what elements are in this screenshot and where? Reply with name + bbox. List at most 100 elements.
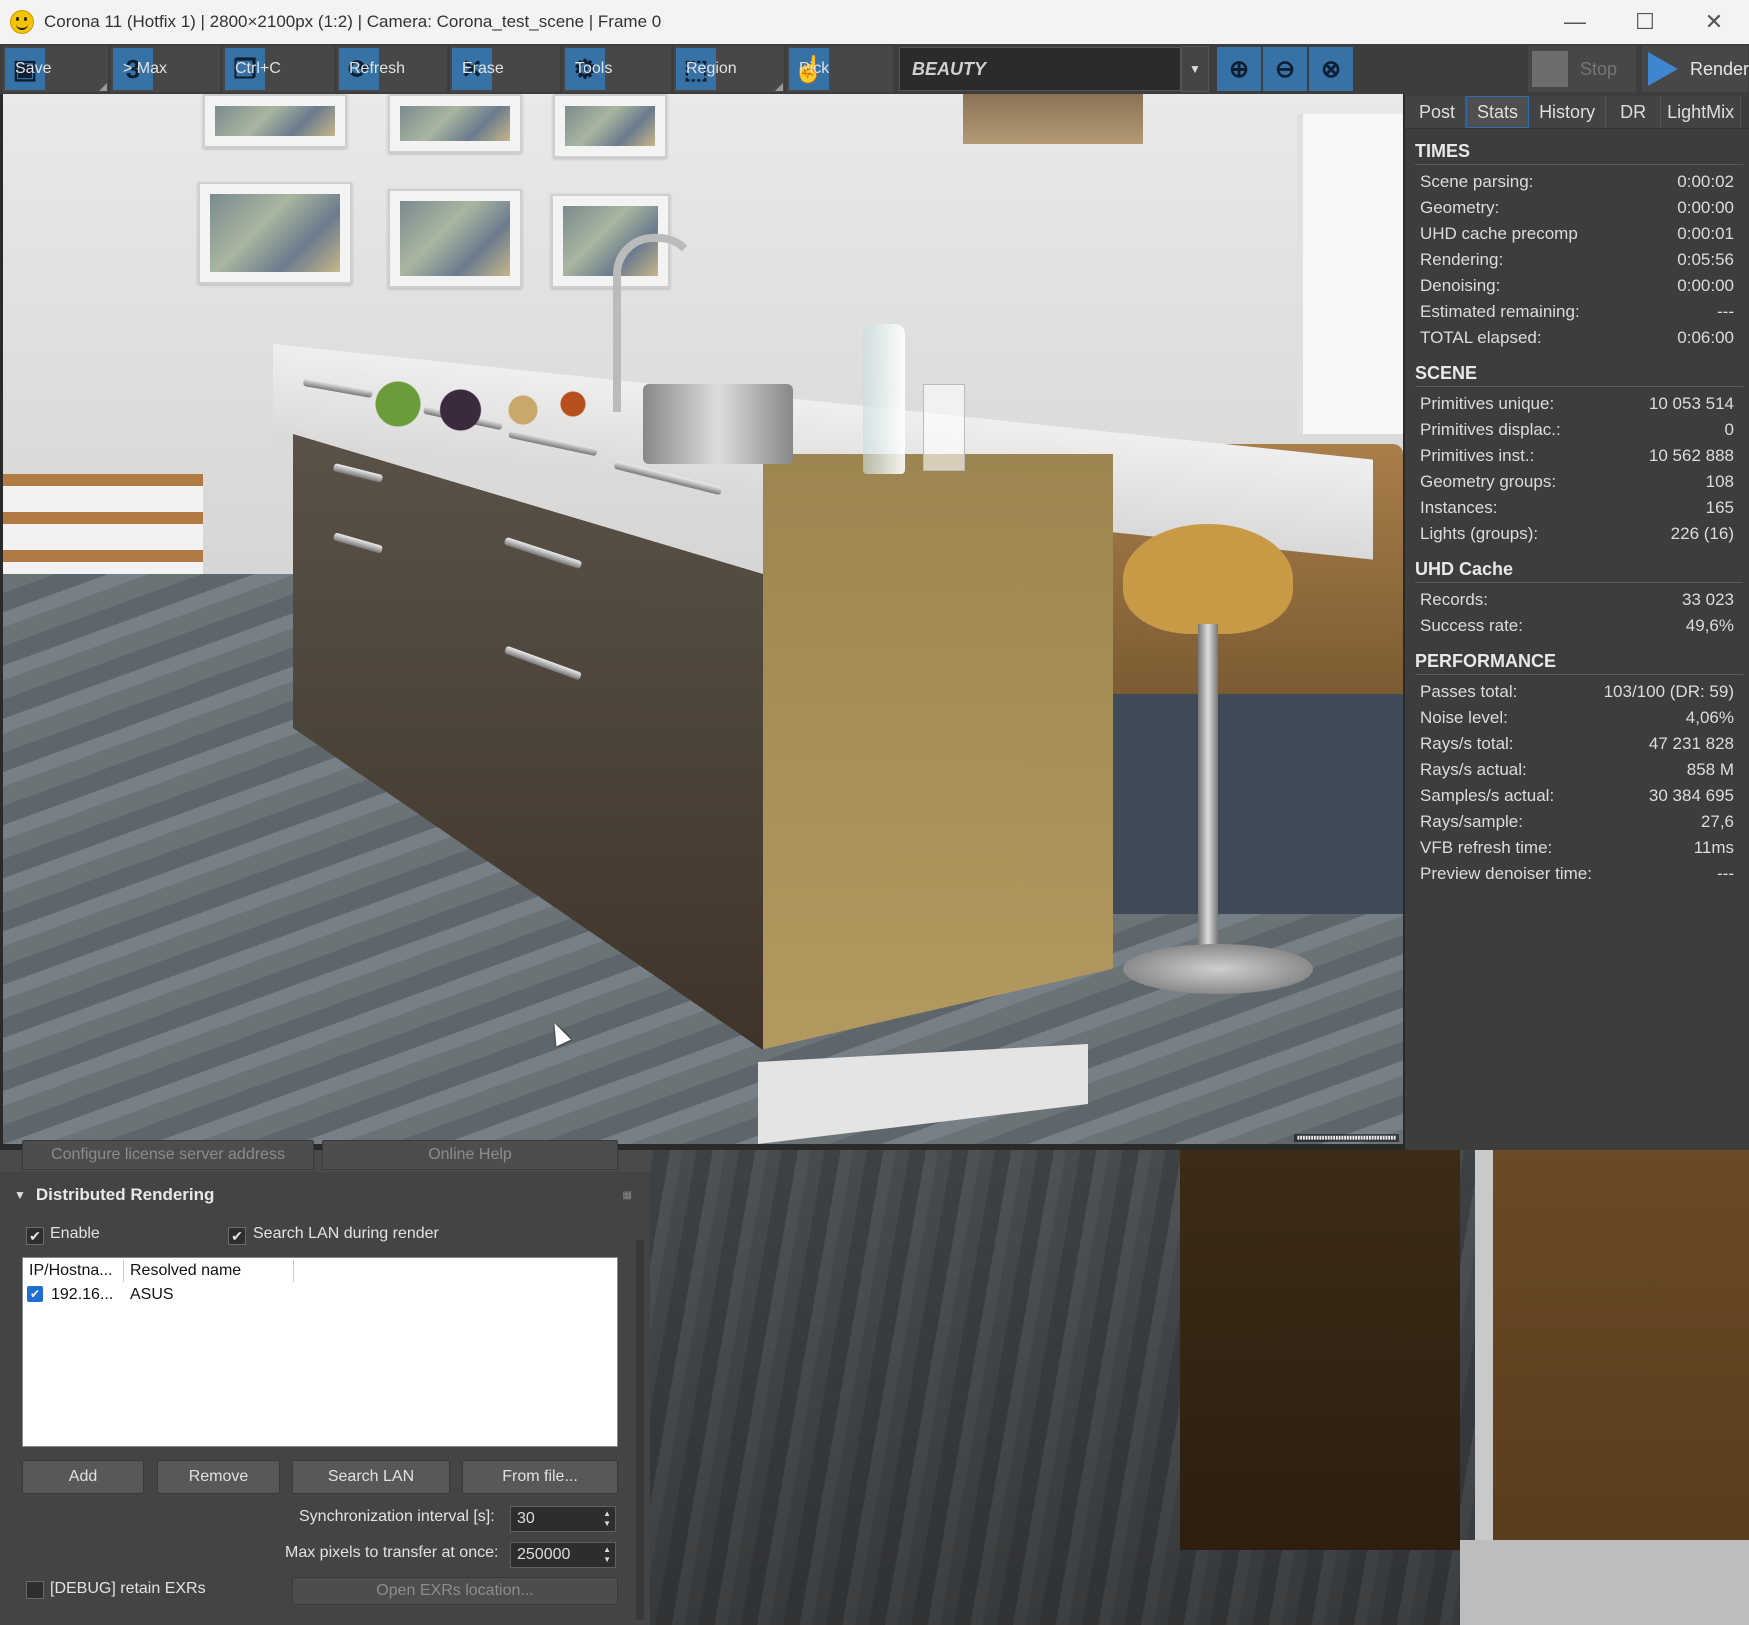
column-header-name[interactable]: Resolved name xyxy=(130,1262,241,1280)
render-viewport[interactable]: ▮▮▮▮▮▮▮▮▮▮▮▮▮▮▮▮▮▮▮▮▮▮▮▮▮▮▮▮▮▮▮▮▮▮▮▮ xyxy=(3,94,1403,1144)
render-button[interactable]: Render xyxy=(1642,46,1749,92)
rollout-header[interactable]: ▼ Distributed Rendering ▦ xyxy=(0,1180,640,1210)
tab-history[interactable]: History xyxy=(1529,96,1607,128)
stat-label: Primitives inst.: xyxy=(1420,446,1535,465)
distributed-rendering-panel: Configure license server address Online … xyxy=(0,1140,650,1625)
stop-square-icon xyxy=(1532,51,1568,87)
tools-button[interactable]: ⚙ Tools xyxy=(563,46,671,92)
stat-row: Instances: 165 xyxy=(1405,495,1749,521)
background-base xyxy=(1460,1540,1749,1625)
stat-value: 0:06:00 xyxy=(1677,328,1734,347)
stat-label: Records: xyxy=(1420,590,1489,609)
spinner-arrows-icon[interactable]: ▲ ▼ xyxy=(603,1509,611,1529)
enable-checkbox[interactable]: ✔ xyxy=(26,1227,44,1245)
dr-node-list[interactable]: IP/Hostna... Resolved name ✔ 192.16... A… xyxy=(22,1257,618,1447)
rollout-scrollbar[interactable] xyxy=(636,1240,644,1620)
zoom-in-icon[interactable]: ⊕ xyxy=(1217,47,1261,91)
from-file-button[interactable]: From file... xyxy=(462,1460,618,1494)
stat-value: 10 562 888 xyxy=(1648,446,1734,465)
open-exr-location-button[interactable]: Open EXRs location... xyxy=(292,1577,618,1605)
title-bar: Corona 11 (Hotfix 1) | 2800×2100px (1:2)… xyxy=(0,0,1749,44)
stat-row: UHD cache precomp 0:00:01 xyxy=(1405,221,1749,247)
stat-row: Denoising: 0:00:00 xyxy=(1405,273,1749,299)
stat-value: 0:05:56 xyxy=(1677,250,1734,269)
render-glass xyxy=(923,384,965,471)
stat-label: VFB refresh time: xyxy=(1420,838,1553,857)
section-title-scene: SCENE xyxy=(1415,363,1743,387)
stat-label: Samples/s actual: xyxy=(1420,786,1555,805)
picture-frame xyxy=(198,182,352,284)
stat-label: Rays/sample: xyxy=(1420,812,1523,831)
render-pot xyxy=(643,384,793,464)
stat-value: 33 023 xyxy=(1682,590,1734,609)
copy-button[interactable]: ❐ Ctrl+C xyxy=(223,46,334,92)
stat-value: 4,06% xyxy=(1685,708,1734,727)
corona-smiley-icon xyxy=(10,10,34,34)
node-ip: 192.16... xyxy=(51,1286,114,1303)
stat-row: Records: 33 023 xyxy=(1405,587,1749,613)
region-button[interactable]: ⬚ Region xyxy=(674,46,784,92)
tab-dr[interactable]: DR xyxy=(1606,96,1662,128)
stat-value: 858 M xyxy=(1686,760,1734,779)
refresh-button[interactable]: ⟳ Refresh xyxy=(337,46,447,92)
minimize-button[interactable]: — xyxy=(1540,0,1610,44)
remove-button[interactable]: Remove xyxy=(157,1460,280,1494)
stat-row: Primitives displac.: 0 xyxy=(1405,417,1749,443)
picture-frame xyxy=(388,189,522,288)
column-divider xyxy=(123,1260,124,1282)
stat-row: VFB refresh time: 11ms xyxy=(1405,835,1749,861)
stat-value: 10 053 514 xyxy=(1648,394,1734,413)
stat-label: Geometry: xyxy=(1420,198,1500,217)
save-button[interactable]: ▣ Save xyxy=(3,46,108,92)
add-button[interactable]: Add xyxy=(22,1460,144,1494)
zoom-out-icon[interactable]: ⊖ xyxy=(1263,47,1307,91)
rollout-title: Distributed Rendering xyxy=(35,1185,215,1204)
max-pixels-spinner[interactable]: 250000 ▲ ▼ xyxy=(510,1542,616,1568)
stat-value: 226 (16) xyxy=(1670,524,1734,543)
stat-row: Geometry groups: 108 xyxy=(1405,469,1749,495)
pick-button[interactable]: ☝ Pick xyxy=(787,46,893,92)
sync-interval-label: Synchronization interval [s]: xyxy=(299,1508,495,1525)
stat-row: Samples/s actual: 30 384 695 xyxy=(1405,783,1749,809)
stat-value: 108 xyxy=(1705,472,1734,491)
channel-dropdown[interactable]: BEAUTY xyxy=(899,47,1181,91)
times-list: Scene parsing: 0:00:02 Geometry: 0:00:00 UHD… xyxy=(1405,169,1749,351)
uhd-list: Records: 33 023 Success rate: 49,6% xyxy=(1405,587,1749,639)
stat-row: Lights (groups): 226 (16) xyxy=(1405,521,1749,547)
dropdown-corner xyxy=(99,83,107,91)
node-checkbox[interactable]: ✔ xyxy=(27,1286,43,1302)
sync-interval-spinner[interactable]: 30 ▲ ▼ xyxy=(510,1506,616,1532)
erase-button[interactable]: ✕ Erase xyxy=(450,46,560,92)
stat-row: Success rate: 49,6% xyxy=(1405,613,1749,639)
stat-value: 165 xyxy=(1705,498,1734,517)
stat-row: Primitives inst.: 10 562 888 xyxy=(1405,443,1749,469)
sync-interval-value: 30 xyxy=(517,1510,535,1527)
dropdown-corner xyxy=(775,83,783,91)
render-stamp: ▮▮▮▮▮▮▮▮▮▮▮▮▮▮▮▮▮▮▮▮▮▮▮▮▮▮▮▮▮▮▮▮▮▮▮▮ xyxy=(1293,1134,1399,1142)
search-lan-button[interactable]: Search LAN xyxy=(292,1460,450,1494)
stat-value: 0:00:02 xyxy=(1677,172,1734,191)
spinner-arrows-icon[interactable]: ▲ ▼ xyxy=(603,1545,611,1565)
stat-label: UHD cache precomp xyxy=(1420,224,1578,243)
max-button[interactable]: 3 > Max xyxy=(111,46,220,92)
stats-panel: Post Stats History DR LightMix TIMES Sce… xyxy=(1405,94,1749,1150)
online-help-button[interactable]: Online Help xyxy=(322,1140,618,1170)
maximize-button[interactable]: ☐ xyxy=(1610,0,1680,44)
enable-label: Enable xyxy=(50,1225,100,1242)
search-lan-checkbox[interactable]: ✔ xyxy=(228,1227,246,1245)
grip-icon[interactable]: ▦ xyxy=(623,1190,632,1201)
configure-license-button[interactable]: Configure license server address xyxy=(22,1140,314,1170)
collapse-arrow-icon[interactable]: ▼ xyxy=(14,1188,26,1202)
stat-label: Passes total: xyxy=(1420,682,1518,701)
stat-label: Geometry groups: xyxy=(1420,472,1557,491)
tab-stats[interactable]: Stats xyxy=(1466,96,1530,128)
column-header-ip[interactable]: IP/Hostna... xyxy=(29,1262,113,1280)
stop-button[interactable]: Stop xyxy=(1528,46,1636,92)
debug-exr-checkbox[interactable] xyxy=(26,1581,44,1599)
tab-post[interactable]: Post xyxy=(1405,96,1467,128)
close-button[interactable]: ✕ xyxy=(1679,0,1749,44)
chevron-down-icon[interactable]: ▼ xyxy=(1181,46,1209,92)
zoom-fit-icon[interactable]: ⊗ xyxy=(1309,47,1353,91)
tab-lightmix[interactable]: LightMix xyxy=(1661,96,1742,128)
stat-value: 27,6 xyxy=(1700,812,1734,831)
